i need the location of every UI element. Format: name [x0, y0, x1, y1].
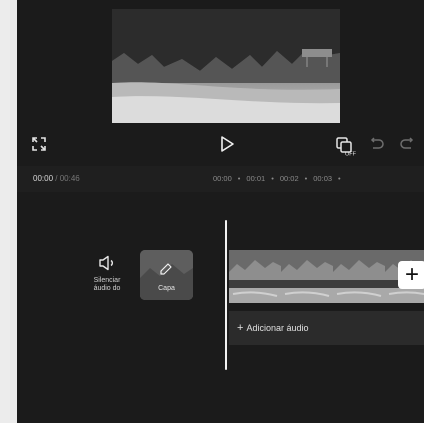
off-badge: OFF	[345, 152, 357, 158]
play-icon	[221, 136, 234, 152]
ruler-tick-label: 00:00	[213, 174, 232, 183]
redo-button[interactable]	[399, 136, 415, 152]
total-time: 00:46	[59, 174, 80, 183]
keyframe-icon: OFF	[336, 137, 357, 158]
add-audio-button[interactable]: + Adicionar áudio	[229, 311, 424, 345]
mute-audio-label: Silenciar áudio do	[93, 277, 121, 292]
time-separator: /	[55, 174, 58, 183]
undo-icon	[370, 137, 384, 149]
cover-button[interactable]: Capa	[140, 250, 193, 300]
clip-thumbnails	[229, 250, 424, 303]
video-editor: OFF 00:00 / 00:46 00:00 • 00:01 • 00:02 • 00:0…	[17, 0, 424, 423]
playback-controls: OFF	[17, 130, 424, 160]
redo-icon	[400, 137, 414, 149]
play-button[interactable]	[218, 135, 236, 153]
undo-button[interactable]	[369, 136, 385, 152]
time-row: 00:00 / 00:46 00:00 • 00:01 • 00:02 • 00:03 •	[17, 166, 424, 192]
speaker-icon	[99, 255, 113, 271]
expand-icon[interactable]	[31, 136, 47, 152]
time-ruler[interactable]: 00:00 • 00:01 • 00:02 • 00:03 •	[213, 174, 347, 183]
mute-audio-button[interactable]: Silenciar áudio do	[87, 255, 127, 293]
add-clip-button[interactable]: +	[398, 261, 424, 289]
edit-pencil-icon	[160, 263, 172, 275]
preview-image	[112, 9, 340, 123]
video-preview[interactable]	[112, 9, 340, 123]
ruler-tick-label: 00:01	[246, 174, 266, 183]
time-display: 00:00 / 00:46	[33, 174, 80, 183]
ruler-tick-label: 00:02	[279, 174, 299, 183]
current-time: 00:00	[33, 174, 54, 183]
ruler-tick-label: 00:03	[313, 174, 333, 183]
video-clip-track[interactable]	[229, 250, 424, 303]
cover-label: Capa	[158, 285, 175, 292]
plus-icon: +	[237, 322, 244, 334]
keyframe-off-button[interactable]: OFF	[335, 134, 359, 158]
playhead[interactable]	[225, 220, 227, 370]
add-audio-label: Adicionar áudio	[246, 323, 309, 333]
